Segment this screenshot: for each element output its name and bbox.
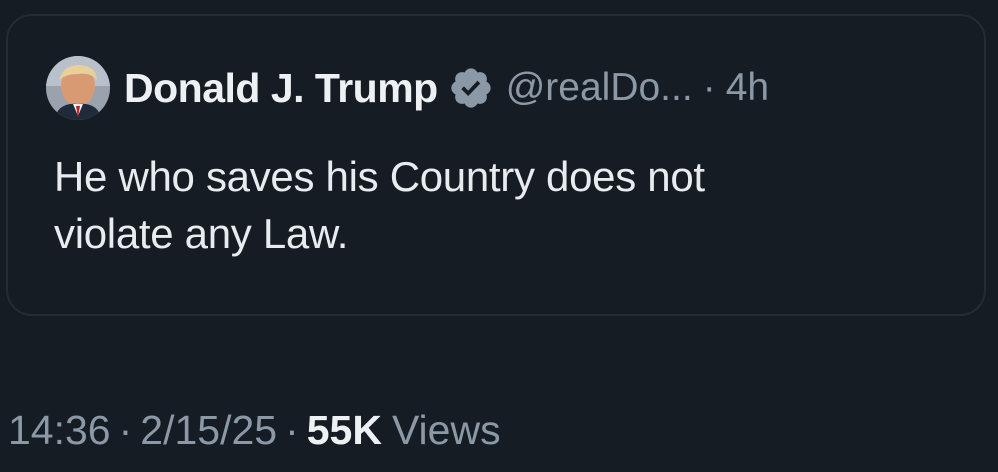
tweet-header: Donald J. Trump @realDo... · 4h <box>46 50 769 126</box>
meta-separator: · <box>285 406 299 453</box>
author-handle[interactable]: @realDo... <box>506 66 693 110</box>
avatar[interactable] <box>46 56 110 120</box>
verified-badge-icon <box>451 68 491 108</box>
avatar-image <box>46 56 110 120</box>
views-count[interactable]: 55K <box>307 407 382 454</box>
tweet-text: He who saves his Country does not violat… <box>54 148 954 262</box>
author-display-name[interactable]: Donald J. Trump <box>124 65 438 112</box>
views-label: Views <box>391 406 501 453</box>
tweet-text-line: He who saves his Country does not <box>54 153 705 200</box>
header-separator: · <box>702 66 716 109</box>
post-date[interactable]: 2/15/25 <box>140 407 277 454</box>
tweet-metadata: 14:36 · 2/15/25 · 55K Views <box>8 402 501 458</box>
tweet-text-line: violate any Law. <box>54 210 349 257</box>
post-time[interactable]: 14:36 <box>8 407 111 454</box>
relative-timestamp[interactable]: 4h <box>726 66 769 110</box>
meta-separator: · <box>118 406 133 453</box>
